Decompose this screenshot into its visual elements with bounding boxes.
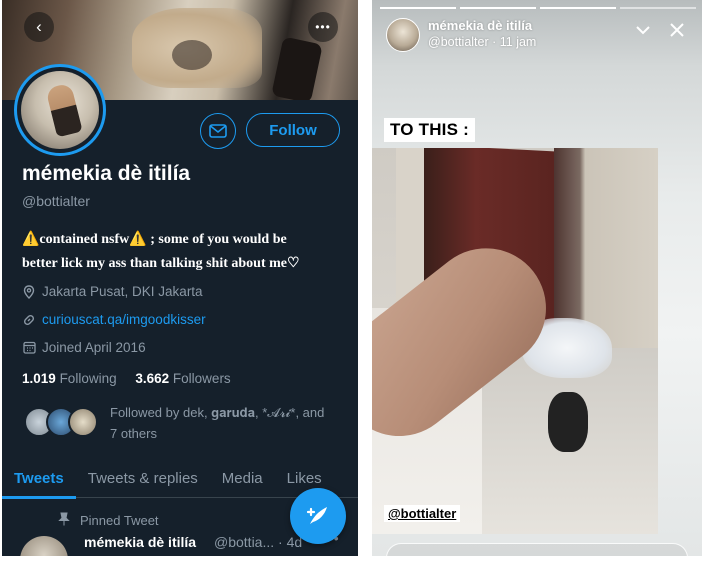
followed-by-text[interactable]: Followed by dek, 𝐠𝐚𝐫𝐮𝐝𝐚, *𝓐𝓻𝓲*, and 7 ot… [110,402,350,444]
story-progress-segment [380,7,456,9]
bio-line-1: ⚠️contained nsfw⚠️ ; some of you would b… [22,232,287,247]
story-subline: @bottialter · 11 jam [428,35,537,49]
more-dots-icon: ••• [315,20,331,34]
followed-by-line-2: 7 others [110,426,157,441]
pinned-tweet-label: Pinned Tweet [58,512,159,529]
avatar-image [21,71,99,149]
followed-by-avatars[interactable] [24,407,102,439]
back-button[interactable]: ‹ [24,12,54,42]
story-progress-segment [620,7,696,9]
link-icon [22,313,36,327]
story-progress-segment [460,7,536,9]
location-pin-icon [22,284,36,299]
screenshot-collage: ‹ ••• Follow mémekia dè itilía @bottialt… [0,0,704,561]
tab-tweets[interactable]: Tweets [2,458,76,499]
follow-counts: 1.019 Following 3.662 Followers [22,371,231,386]
banner-shadow [172,40,212,70]
story-mention-tag[interactable]: @bottialter [384,505,461,522]
mail-icon [209,124,227,138]
profile-name: mémekia dè itilía [22,162,191,185]
story-avatar[interactable] [386,18,420,52]
follow-button[interactable]: Follow [246,113,340,147]
tab-media[interactable]: Media [210,458,275,498]
bio-line-2: better lick my ass than talking shit abo… [22,256,300,271]
followers-label: Followers [172,371,231,386]
following-stat[interactable]: 1.019 Following [22,371,117,386]
followers-count: 3.662 [135,371,170,386]
website-link[interactable]: curiouscat.qa/imgoodkisser [42,312,206,327]
banner-object [271,36,323,100]
feather-compose-icon [306,507,327,524]
profile-avatar[interactable] [14,64,106,156]
instagram-story-panel: mémekia dè itilía @bottialter · 11 jam T… [372,0,702,556]
compose-tweet-button[interactable] [290,488,346,544]
pinned-text: Pinned Tweet [80,513,159,528]
story-photo [372,148,658,534]
pin-icon [58,512,70,529]
profile-bio: ⚠️contained nsfw⚠️ ; some of you would b… [22,228,352,276]
location-text: Jakarta Pusat, DKI Jakarta [42,284,203,299]
profile-handle: @bottialter [22,193,90,209]
joined-text: Joined April 2016 [42,340,146,355]
following-label: Following [59,371,117,386]
story-username[interactable]: mémekia dè itilía [428,18,532,33]
joined-row: Joined April 2016 [22,340,146,355]
tab-tweets-replies[interactable]: Tweets & replies [76,458,210,498]
story-caption: TO THIS : [384,118,475,142]
followers-stat[interactable]: 3.662 Followers [135,371,230,386]
following-count: 1.019 [22,371,56,386]
tweet-author-name: mémekia dè itilía [84,534,197,550]
tweet-author-handle: @bottia... · 4d [214,534,303,550]
story-progress-segment [540,7,616,9]
twitter-profile-panel: ‹ ••• Follow mémekia dè itilía @bottialt… [2,0,358,556]
close-icon[interactable] [670,20,684,43]
followed-by-line-1: Followed by dek, 𝐠𝐚𝐫𝐮𝐝𝐚, *𝓐𝓻𝓲*, and [110,405,325,420]
chevron-left-icon: ‹ [36,17,42,36]
website-row: curiouscat.qa/imgoodkisser [22,312,206,327]
more-options-button[interactable]: ••• [308,12,338,42]
follower-avatar [68,407,98,437]
message-button[interactable] [200,113,236,149]
story-reply-input[interactable] [386,543,688,556]
calendar-icon [22,341,36,355]
chevron-down-icon[interactable] [636,22,650,40]
location-row: Jakarta Pusat, DKI Jakarta [22,284,203,299]
tweet-avatar[interactable] [20,536,68,556]
